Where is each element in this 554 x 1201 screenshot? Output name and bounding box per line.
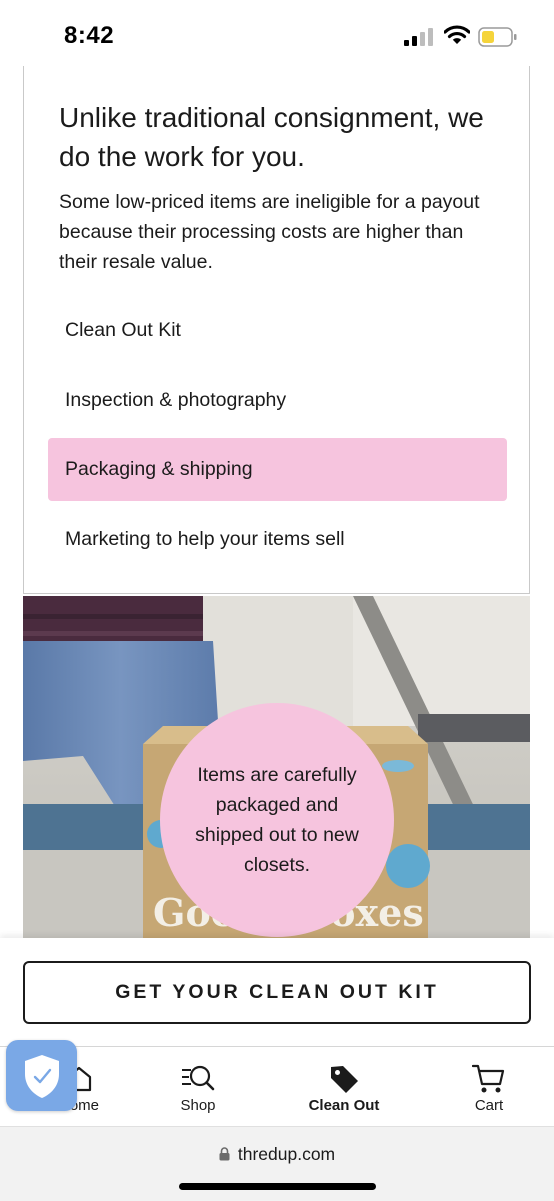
step-clean-out-kit[interactable]: Clean Out Kit [48,299,507,362]
home-indicator [179,1183,376,1190]
step-packaging-shipping[interactable]: Packaging & shipping [48,438,507,501]
caption-bubble: Items are carefully packaged and shipped… [160,703,394,937]
tab-cart-label: Cart [474,1097,504,1114]
step-caption: Items are carefully packaged and shipped… [195,764,359,876]
battery-icon [478,27,517,47]
bottom-tab-bar: Home Shop Clean Out Cart [0,1046,554,1127]
browser-url-bar: thredup.com [0,1126,554,1201]
step-marketing[interactable]: Marketing to help your items sell [48,508,507,571]
how-it-works-card: Unlike traditional consignment, we do th… [23,66,530,594]
url-display[interactable]: thredup.com [0,1144,554,1165]
card-heading: Unlike traditional consignment, we do th… [59,102,484,172]
card-description: Some low-priced items are ineligible for… [59,191,480,273]
get-clean-out-kit-button[interactable]: GET YOUR CLEAN OUT KIT [23,961,531,1024]
tab-clean-out[interactable]: Clean Out [284,1047,404,1127]
step-photo: Goody Boxes Items are carefully packaged… [23,596,530,938]
cta-bar: GET YOUR CLEAN OUT KIT [0,938,554,1046]
tab-shop-label: Shop [180,1097,216,1114]
tab-shop[interactable]: Shop [138,1047,258,1127]
privacy-shield-badge[interactable] [6,1040,77,1111]
cellular-signal-icon [404,28,433,46]
shield-check-icon [24,1054,59,1098]
status-time: 8:42 [64,22,115,49]
lock-icon [219,1147,230,1161]
tab-cart[interactable]: Cart [429,1047,549,1127]
url-text: thredup.com [237,1144,336,1164]
cart-icon [472,1064,505,1093]
tag-icon [331,1066,358,1093]
status-bar: 8:42 [0,0,554,70]
wifi-icon [444,25,470,44]
step-inspection-photography[interactable]: Inspection & photography [48,369,507,432]
tab-clean-out-label: Clean Out [308,1097,380,1114]
search-icon [182,1065,215,1091]
